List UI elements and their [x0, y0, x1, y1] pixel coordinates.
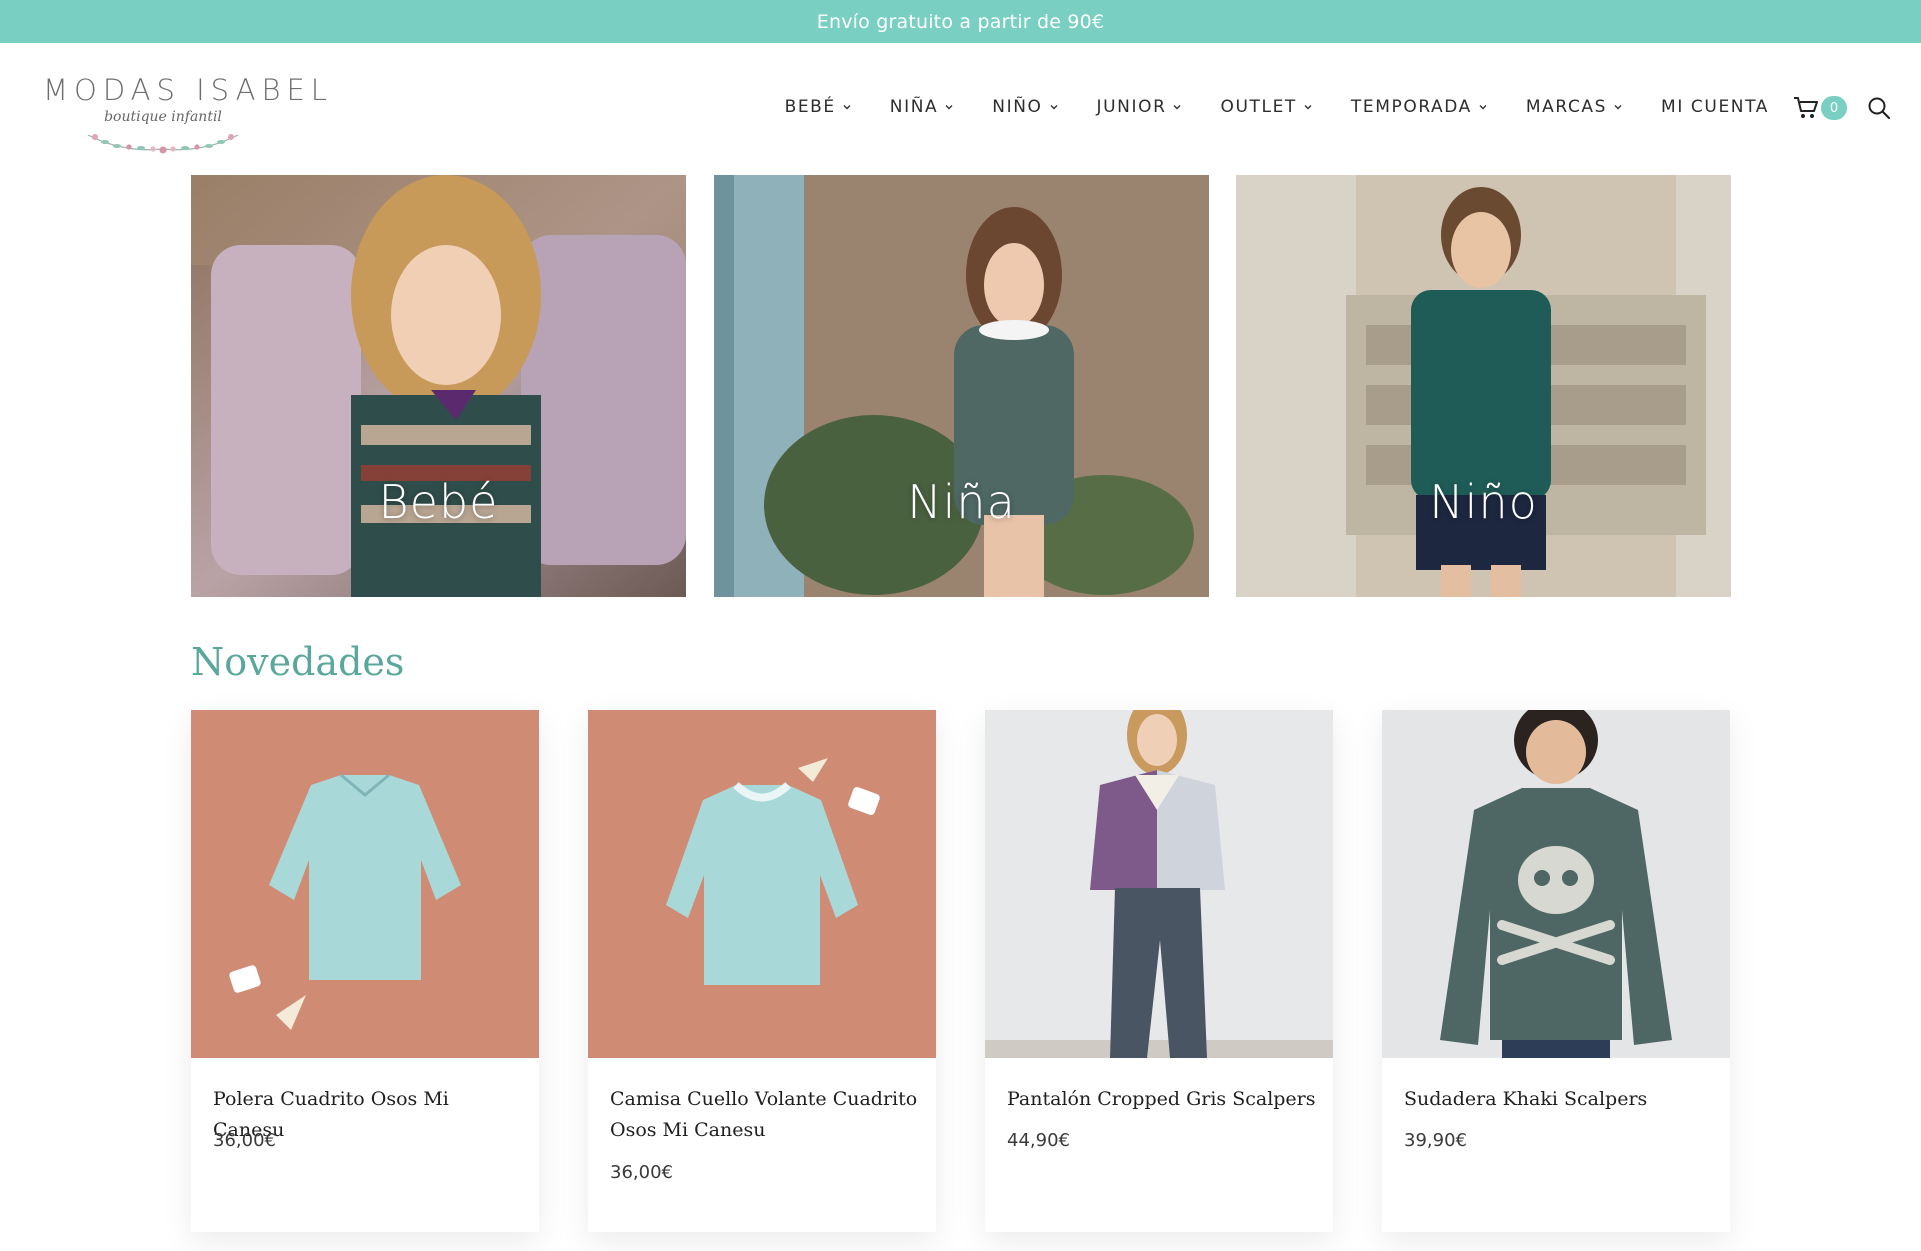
nav-label: TEMPORADA	[1350, 97, 1472, 117]
category-tile-nino[interactable]: Niño	[1236, 175, 1731, 597]
product-photo-camisa	[588, 710, 936, 1058]
chevron-down-icon	[1049, 102, 1059, 112]
product-card[interactable]: Polera Cuadrito Osos Mi Canesu 36,00€	[191, 710, 539, 1232]
promo-bar: Envío gratuito a partir de 90€	[0, 0, 1921, 43]
nav-label: NIÑO	[992, 97, 1043, 117]
product-photo-sudadera	[1382, 710, 1730, 1058]
product-card[interactable]: Pantalón Cropped Gris Scalpers 44,90€	[985, 710, 1333, 1232]
product-image[interactable]	[985, 710, 1333, 1058]
chevron-down-icon	[1478, 102, 1488, 112]
category-photo-nina	[714, 175, 1209, 597]
category-label: Niña	[907, 475, 1016, 529]
product-price: 44,90€	[1007, 1130, 1070, 1151]
chevron-down-icon	[1613, 102, 1623, 112]
category-label: Bebé	[378, 475, 499, 529]
product-price: 36,00€	[610, 1162, 673, 1183]
product-price: 36,00€	[213, 1130, 276, 1151]
category-label: Niño	[1429, 475, 1538, 529]
chevron-down-icon	[842, 102, 852, 112]
cart-button[interactable]: 0	[1793, 96, 1847, 120]
garland-icon	[87, 134, 239, 154]
site-header: MODAS ISABEL boutique infantil BEBÉ NIÑA	[0, 43, 1921, 175]
main-nav: BEBÉ NIÑA NIÑO JUNIOR OUTLET TEMPORADA M…	[747, 97, 1769, 117]
nav-item-bebe[interactable]: BEBÉ	[785, 97, 852, 117]
promo-text: Envío gratuito a partir de 90€	[816, 10, 1105, 33]
search-button[interactable]	[1867, 96, 1891, 124]
nav-item-nina[interactable]: NIÑA	[890, 97, 954, 117]
search-icon	[1868, 97, 1891, 120]
nav-label: MARCAS	[1525, 97, 1608, 117]
nav-label: MI CUENTA	[1661, 97, 1769, 117]
product-name[interactable]: Pantalón Cropped Gris Scalpers	[1007, 1084, 1317, 1115]
cart-icon	[1794, 97, 1818, 118]
product-image[interactable]	[588, 710, 936, 1058]
nav-item-temporada[interactable]: TEMPORADA	[1351, 97, 1488, 117]
chevron-down-icon	[944, 102, 954, 112]
logo-title: MODAS ISABEL	[43, 73, 333, 107]
product-photo-pantalon	[985, 710, 1333, 1058]
product-photo-polera	[191, 710, 539, 1058]
nav-item-outlet[interactable]: OUTLET	[1220, 97, 1312, 117]
nav-item-marcas[interactable]: MARCAS	[1526, 97, 1623, 117]
nav-label: JUNIOR	[1096, 97, 1167, 117]
category-tile-bebe[interactable]: Bebé	[191, 175, 686, 597]
category-photo-nino	[1236, 175, 1731, 597]
chevron-down-icon	[1303, 102, 1313, 112]
product-price: 39,90€	[1404, 1130, 1467, 1151]
product-name[interactable]: Sudadera Khaki Scalpers	[1404, 1084, 1714, 1115]
nav-item-mi-cuenta[interactable]: MI CUENTA	[1661, 97, 1769, 117]
nav-label: NIÑA	[889, 97, 939, 117]
product-image[interactable]	[1382, 710, 1730, 1058]
nav-label: OUTLET	[1220, 97, 1297, 117]
section-title-novedades: Novedades	[191, 640, 405, 684]
product-name[interactable]: Camisa Cuello Volante Cuadrito Osos Mi C…	[610, 1084, 920, 1146]
category-photo-bebe	[191, 175, 686, 597]
product-image[interactable]	[191, 710, 539, 1058]
product-card[interactable]: Camisa Cuello Volante Cuadrito Osos Mi C…	[588, 710, 936, 1232]
logo-subtitle: boutique infantil	[104, 109, 222, 125]
nav-item-junior[interactable]: JUNIOR	[1097, 97, 1183, 117]
nav-label: BEBÉ	[784, 97, 836, 117]
category-tile-nina[interactable]: Niña	[714, 175, 1209, 597]
cart-count-badge: 0	[1821, 96, 1847, 120]
site-logo[interactable]: MODAS ISABEL boutique infantil	[43, 73, 333, 163]
product-card[interactable]: Sudadera Khaki Scalpers 39,90€	[1382, 710, 1730, 1232]
chevron-down-icon	[1172, 102, 1182, 112]
nav-item-nino[interactable]: NIÑO	[992, 97, 1058, 117]
